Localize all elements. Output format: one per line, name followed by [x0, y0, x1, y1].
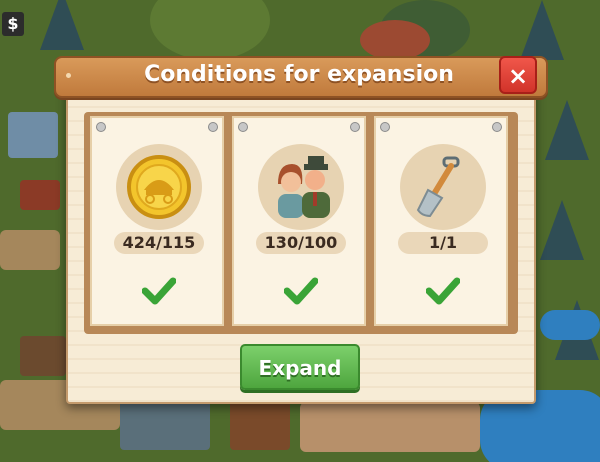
pin-icon	[96, 122, 106, 132]
settlers-icon-circle	[258, 144, 344, 230]
condition-value: 1/1	[398, 232, 488, 254]
currency-badge[interactable]: $	[2, 12, 24, 36]
shovel-icon	[416, 156, 460, 218]
gold-wagon-coin-icon	[127, 155, 191, 219]
condition-value: 130/100	[256, 232, 346, 254]
checkmark-icon	[426, 277, 460, 305]
settlers-couple-icon	[278, 156, 330, 218]
condition-card-shovel: 1/1	[374, 116, 508, 326]
checkmark-icon	[142, 277, 176, 305]
condition-value: 424/115	[114, 232, 204, 254]
pin-icon	[350, 122, 360, 132]
pin-icon	[208, 122, 218, 132]
shovel-icon-circle	[400, 144, 486, 230]
close-button[interactable]: ×	[499, 56, 537, 94]
pin-icon	[238, 122, 248, 132]
condition-card-settlers: 130/100	[232, 116, 366, 326]
pin-icon	[380, 122, 390, 132]
coin-icon-circle	[116, 144, 202, 230]
checkmark-icon	[284, 277, 318, 305]
pin-icon	[492, 122, 502, 132]
condition-card-coins: 424/115	[90, 116, 224, 326]
expand-button[interactable]: Expand	[240, 344, 360, 390]
dialog-title: Conditions for expansion	[144, 62, 454, 87]
